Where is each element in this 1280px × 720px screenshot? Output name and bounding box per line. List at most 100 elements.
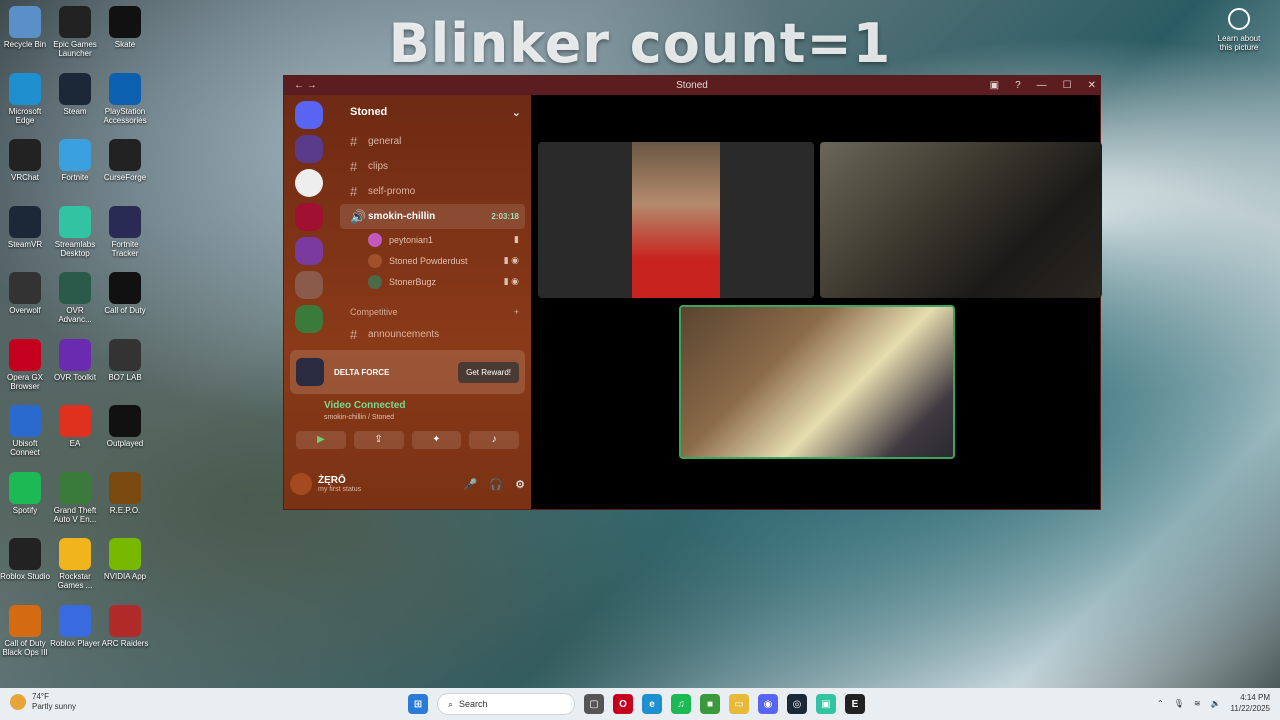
desktop-icon[interactable]: Rockstar Games ... [50,538,100,590]
server-icon[interactable] [295,305,323,333]
desktop-icon[interactable]: Ubisoft Connect [0,405,50,457]
edge-icon[interactable]: e [642,694,662,714]
desktop-icon[interactable]: Fortnite [50,139,100,182]
headphones-icon[interactable]: 🎧 [489,478,503,491]
close-button[interactable]: ✕ [1088,80,1096,91]
task-view-icon[interactable]: ▢ [584,694,604,714]
desktop-icon[interactable]: Steam [50,72,100,116]
camera-button[interactable]: ▶ [296,431,346,449]
file-explorer-icon[interactable]: ▭ [729,694,749,714]
learn-label: Learn about this picture [1217,34,1261,52]
server-header[interactable]: Stoned ⌄ [340,95,525,129]
desktop-icon[interactable]: Spotify [0,471,50,515]
desktop-icon[interactable]: Outplayed [100,405,150,448]
add-channel-icon[interactable]: + [514,307,519,317]
discord-home-icon[interactable] [295,101,323,129]
soundboard-button[interactable]: ♪ [469,431,519,449]
mic-icon[interactable]: 🎤 [464,478,478,491]
desktop-icon[interactable]: NVIDIA App [100,538,150,581]
desktop-icon[interactable]: Grand Theft Auto V En... [50,471,100,524]
steam-icon[interactable]: ◎ [787,694,807,714]
desktop-icon[interactable]: EA [50,405,100,448]
desktop-icon[interactable]: SteamVR [0,205,50,249]
activities-button[interactable]: ✦ [411,431,462,449]
spotify-icon[interactable]: ♫ [671,694,691,714]
learn-about-picture[interactable]: Learn about this picture [1212,8,1266,52]
desktop-icon[interactable]: Overwolf [0,272,50,315]
minecraft-icon[interactable]: ■ [700,694,720,714]
clock[interactable]: 4:14 PM 11/22/2025 [1231,692,1270,714]
voice-channel[interactable]: 🔊 smokin-chillin 2:03:18 [340,204,525,229]
desktop-icon[interactable]: OVR Toolkit [50,338,100,382]
desktop-icon[interactable]: Skate [100,6,150,49]
channel-clips[interactable]: # clips [340,154,525,179]
desktop-icon[interactable]: Roblox Player [50,604,100,648]
channel-announcements[interactable]: # announcements [340,322,525,347]
chevron-up-icon[interactable]: ⌃ [1157,699,1164,708]
app-icon [109,139,141,171]
app-icon [109,72,141,105]
desktop-icon[interactable]: OVR Advanc... [50,272,100,324]
video-tile[interactable] [820,142,1102,298]
desktop-icon[interactable]: Epic Games Launcher [50,6,100,58]
desktop-icon[interactable]: BO7 LAB [100,338,150,382]
server-icon[interactable] [295,135,323,163]
window-title: Stoned [676,80,708,91]
desktop-icon[interactable]: R.E.P.O. [100,471,150,515]
desktop-icon[interactable]: Call of Duty [100,272,150,315]
weather-temp: 74°F [32,692,49,701]
overlay-title: Blinker count=1 [388,12,892,75]
desktop-icon[interactable]: ARC Raiders [100,604,150,648]
user-status: my first status [318,486,362,493]
hash-icon: # [350,159,358,174]
desktop-icon[interactable]: Streamlabs Desktop [50,205,100,258]
app-icon [9,205,41,238]
maximize-button[interactable]: ☐ [1063,80,1072,91]
desktop-icon[interactable]: Fortnite Tracker [100,205,150,258]
voice-user[interactable]: StonerBugz ▮ ◉ [340,271,525,292]
server-icon[interactable] [295,271,323,299]
user-panel: ŻĘRŌ my first status 🎤 🎧 ⚙ [290,467,525,501]
hash-icon: # [350,184,358,199]
mic-icon[interactable]: 🎙 [1174,699,1184,708]
inbox-icon[interactable]: ▣ [990,80,999,91]
video-tile-speaking[interactable] [679,305,955,459]
weather-widget[interactable]: 74°F Partly sunny [10,692,76,712]
streamlabs-icon[interactable]: ▣ [816,694,836,714]
voice-channel-label: smokin-chillin [368,211,436,222]
desktop-icon[interactable]: Microsoft Edge [0,72,50,125]
search-box[interactable]: ⌕ Search [437,693,575,715]
channel-general[interactable]: # general [340,129,525,154]
chevron-down-icon[interactable]: ⌄ [512,106,521,119]
discord-icon[interactable]: ◉ [758,694,778,714]
desktop-icon-label: NVIDIA App [103,572,147,581]
gear-icon[interactable]: ⚙ [515,478,525,491]
server-icon[interactable] [295,237,323,265]
epic-games-icon[interactable]: E [845,694,865,714]
category-header[interactable]: Competitive + [340,302,525,322]
opera-gx-icon[interactable]: O [613,694,633,714]
desktop-icon[interactable]: Call of Duty Black Ops III [0,604,50,657]
desktop-icon[interactable]: CurseForge [100,139,150,182]
server-icon[interactable] [295,169,323,197]
video-tile[interactable] [538,142,814,298]
server-icon[interactable] [295,203,323,231]
help-icon[interactable]: ? [1015,80,1021,91]
app-icon [59,139,91,171]
desktop-icon[interactable]: PlayStation Accessories [100,72,150,125]
desktop-icon[interactable]: Recycle Bin [0,6,50,49]
desktop-icon[interactable]: Opera GX Browser [0,338,50,391]
desktop-icon[interactable]: Roblox Studio [0,538,50,581]
volume-icon[interactable]: 🔉 [1211,699,1221,708]
get-reward-button[interactable]: Get Reward! [458,361,519,383]
voice-user[interactable]: peytonian1 ▮ [340,229,525,250]
channel-self-promo[interactable]: # self-promo [340,179,525,204]
minimize-button[interactable]: — [1037,80,1047,91]
desktop-icon-label: BO7 LAB [108,372,142,382]
start-icon[interactable]: ⊞ [408,694,428,714]
screenshare-button[interactable]: ⇪ [353,431,404,449]
voice-user[interactable]: Stoned Powderdust ▮ ◉ [340,250,525,271]
avatar[interactable] [290,473,312,495]
wifi-icon[interactable]: ≋ [1194,699,1201,708]
desktop-icon[interactable]: VRChat [0,139,50,182]
